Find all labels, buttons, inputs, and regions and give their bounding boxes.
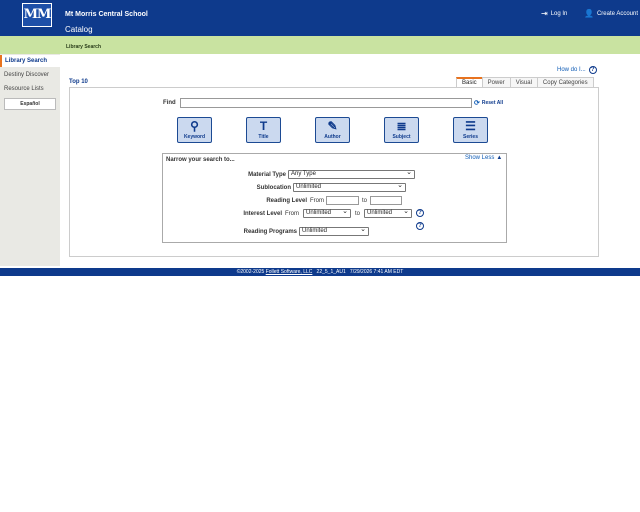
narrow-title: Narrow your search to... xyxy=(166,157,235,163)
subject-search-button[interactable]: ≣ Subject xyxy=(384,117,419,143)
find-input[interactable] xyxy=(180,98,472,108)
interest-to-label: to xyxy=(355,211,361,217)
series-label: Series xyxy=(462,134,478,140)
language-button[interactable]: Español xyxy=(4,98,56,110)
material-type-label: Material Type xyxy=(248,172,286,178)
refresh-icon: ⟳ xyxy=(474,100,480,107)
reading-from-label: From xyxy=(310,198,324,204)
reading-programs-help-icon[interactable]: ? xyxy=(416,222,424,230)
interest-from-label: From xyxy=(285,211,299,217)
sidebar-item-resource-lists[interactable]: Resource Lists xyxy=(0,83,60,95)
footer: ©2002-2025 Follett Software, LLC 22_5_1_… xyxy=(0,268,640,276)
login-link[interactable]: ⇥ Log In xyxy=(541,10,567,18)
reading-programs-label: Reading Programs xyxy=(243,229,297,235)
tab-copy-categories[interactable]: Copy Categories xyxy=(536,77,594,87)
reading-programs-select[interactable]: Unlimited xyxy=(299,226,369,236)
sidebar-item-destiny-discover[interactable]: Destiny Discover xyxy=(0,69,60,81)
author-label: Author xyxy=(324,134,341,140)
login-label: Log In xyxy=(550,11,568,17)
help-icon: ? xyxy=(588,66,597,74)
show-less-label: Show Less xyxy=(465,155,495,161)
interest-level-label: Interest Level xyxy=(243,211,282,217)
reset-all-button[interactable]: ⟳ Reset All xyxy=(474,99,503,107)
lines-icon: ≣ xyxy=(396,119,407,133)
title-search-button[interactable]: T Title xyxy=(246,117,281,143)
top10-link[interactable]: Top 10 xyxy=(69,79,88,85)
title-t-icon: T xyxy=(259,119,268,133)
follett-link[interactable]: Follett Software, LLC xyxy=(266,269,313,275)
interest-help-icon[interactable]: ? xyxy=(416,209,424,217)
create-account-link[interactable]: 👤 Create Account xyxy=(584,10,638,18)
sidebar: Library Search Destiny Discover Resource… xyxy=(0,54,60,266)
show-less-link[interactable]: Show Less ▲ xyxy=(465,155,502,161)
datetime-text: 7/29/2026 7:41 AM EDT xyxy=(349,269,404,275)
keyword-search-button[interactable]: ⚲ Keyword xyxy=(177,117,212,143)
how-do-i-link[interactable]: How do I... ? xyxy=(557,66,597,74)
login-icon: ⇥ xyxy=(541,9,548,18)
reading-level-from-input[interactable] xyxy=(326,196,359,205)
reading-level-label: Reading Level xyxy=(266,198,307,204)
material-type-select[interactable]: Any Type xyxy=(288,169,415,179)
numbered-list-icon: ☰ xyxy=(465,119,476,133)
title-label: Title xyxy=(258,134,269,140)
reading-level-to-input[interactable] xyxy=(370,196,402,205)
keyword-label: Keyword xyxy=(183,134,206,140)
breadcrumb: Library Search xyxy=(66,44,102,50)
tab-basic[interactable]: Basic xyxy=(456,77,483,87)
interest-level-from-select[interactable]: Unlimited xyxy=(303,208,351,218)
tab-visual[interactable]: Visual xyxy=(509,77,538,87)
search-tabs: Basic Power Visual Copy Categories xyxy=(456,77,594,87)
copyright-text: ©2002-2025 xyxy=(236,269,265,275)
top-header: MM Mt Morris Central School Catalog ⇥ Lo… xyxy=(0,0,640,38)
reading-to-label: to xyxy=(362,198,368,204)
subject-label: Subject xyxy=(392,134,411,140)
reset-all-label: Reset All xyxy=(481,100,504,106)
author-search-button[interactable]: ✎ Author xyxy=(315,117,350,143)
sublocation-label: Sublocation xyxy=(256,185,291,191)
series-search-button[interactable]: ☰ Series xyxy=(453,117,488,143)
school-logo[interactable]: MM xyxy=(22,3,52,27)
sidebar-item-library-search[interactable]: Library Search xyxy=(0,55,60,67)
how-do-i-label: How do I... xyxy=(557,67,586,73)
version-text: 22_5_1_AU1 xyxy=(316,269,346,275)
user-icon: 👤 xyxy=(584,9,594,18)
find-label: Find xyxy=(163,100,176,106)
tab-power[interactable]: Power xyxy=(481,77,511,87)
caret-up-icon: ▲ xyxy=(496,155,503,161)
interest-level-to-select[interactable]: Unlimited xyxy=(364,208,412,218)
sublocation-select[interactable]: Unlimited xyxy=(293,182,406,192)
pen-icon: ✎ xyxy=(327,119,338,133)
school-name: Mt Morris Central School xyxy=(65,11,148,18)
catalog-tab[interactable]: Catalog xyxy=(59,25,99,38)
create-account-label: Create Account xyxy=(596,11,638,17)
sub-navigation-bar: Library Search xyxy=(0,36,640,54)
magnifier-icon: ⚲ xyxy=(190,119,199,133)
